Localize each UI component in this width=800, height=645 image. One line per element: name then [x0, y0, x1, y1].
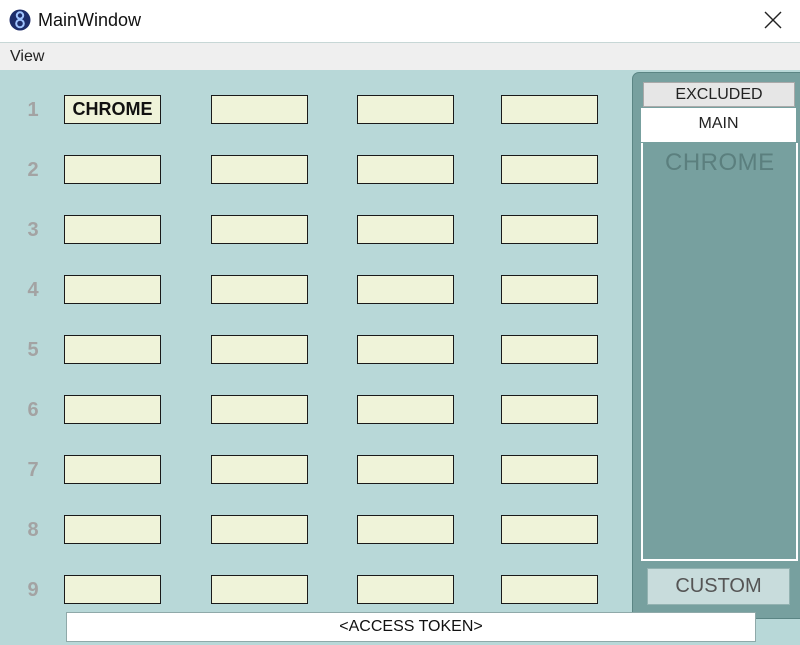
- app-logo-icon: [9, 8, 31, 32]
- slot-r2-c2[interactable]: [211, 155, 308, 184]
- row-label-8: 8: [27, 519, 39, 541]
- slot-r7-c3[interactable]: [357, 455, 454, 484]
- close-icon: [764, 11, 782, 29]
- slot-r1-c4[interactable]: [501, 95, 598, 124]
- slot-r6-c4[interactable]: [501, 395, 598, 424]
- menu-view[interactable]: View: [10, 48, 44, 66]
- row-label-1: 1: [27, 99, 39, 121]
- slot-r1-c1[interactable]: CHROME: [64, 95, 161, 124]
- slot-r2-c1[interactable]: [64, 155, 161, 184]
- menu-bar: View: [0, 43, 800, 70]
- slot-r4-c2[interactable]: [211, 275, 308, 304]
- slot-r3-c4[interactable]: [501, 215, 598, 244]
- slot-r2-c3[interactable]: [357, 155, 454, 184]
- row-label-6: 6: [27, 399, 39, 421]
- slot-r5-c1[interactable]: [64, 335, 161, 364]
- tab-excluded[interactable]: EXCLUDED: [643, 82, 795, 107]
- row-label-4: 4: [27, 279, 39, 301]
- slot-r9-c4[interactable]: [501, 575, 598, 604]
- access-token-field[interactable]: <ACCESS TOKEN>: [66, 612, 756, 642]
- slot-r9-c3[interactable]: [357, 575, 454, 604]
- slot-r4-c3[interactable]: [357, 275, 454, 304]
- slot-r5-c4[interactable]: [501, 335, 598, 364]
- window-title: MainWindow: [38, 10, 142, 30]
- slot-r8-c4[interactable]: [501, 515, 598, 544]
- row-label-9: 9: [27, 579, 39, 601]
- app-list: CHROME: [641, 143, 798, 561]
- slot-r6-c1[interactable]: [64, 395, 161, 424]
- slot-r9-c1[interactable]: [64, 575, 161, 604]
- slot-r4-c4[interactable]: [501, 275, 598, 304]
- slot-r5-c2[interactable]: [211, 335, 308, 364]
- slot-r6-c3[interactable]: [357, 395, 454, 424]
- slot-r3-c3[interactable]: [357, 215, 454, 244]
- list-item[interactable]: CHROME: [665, 149, 775, 177]
- slot-r4-c1[interactable]: [64, 275, 161, 304]
- row-label-7: 7: [27, 459, 39, 481]
- slot-r8-c3[interactable]: [357, 515, 454, 544]
- row-label-2: 2: [27, 159, 39, 181]
- row-label-3: 3: [27, 219, 39, 241]
- tab-main[interactable]: MAIN: [641, 108, 796, 142]
- slot-r1-c3[interactable]: [357, 95, 454, 124]
- custom-button[interactable]: CUSTOM: [647, 568, 790, 605]
- slot-r2-c4[interactable]: [501, 155, 598, 184]
- slot-r7-c2[interactable]: [211, 455, 308, 484]
- slot-r7-c4[interactable]: [501, 455, 598, 484]
- slot-r8-c2[interactable]: [211, 515, 308, 544]
- slot-r1-c2[interactable]: [211, 95, 308, 124]
- slot-r8-c1[interactable]: [64, 515, 161, 544]
- slot-r5-c3[interactable]: [357, 335, 454, 364]
- close-button[interactable]: [748, 0, 800, 42]
- slot-r3-c1[interactable]: [64, 215, 161, 244]
- slot-r9-c2[interactable]: [211, 575, 308, 604]
- row-label-5: 5: [27, 339, 39, 361]
- slot-r6-c2[interactable]: [211, 395, 308, 424]
- slot-r7-c1[interactable]: [64, 455, 161, 484]
- title-bar: MainWindow: [0, 0, 800, 43]
- slot-r3-c2[interactable]: [211, 215, 308, 244]
